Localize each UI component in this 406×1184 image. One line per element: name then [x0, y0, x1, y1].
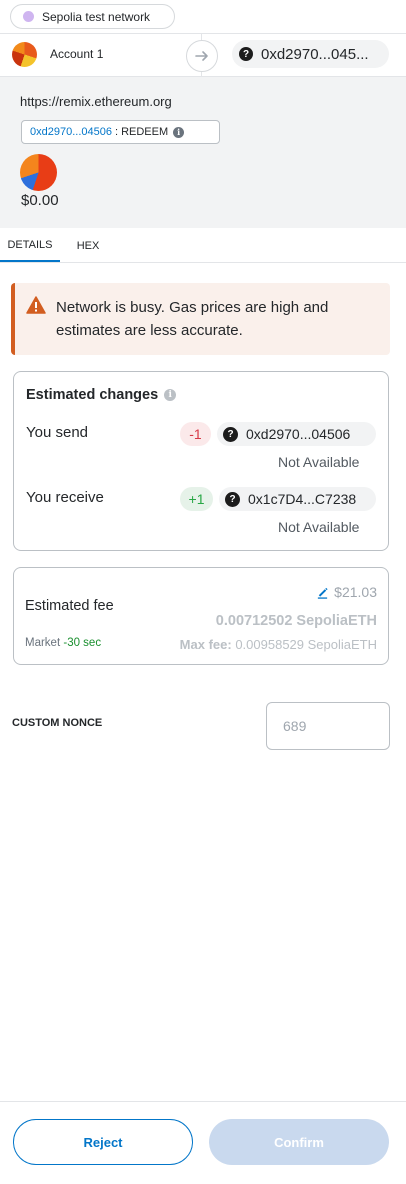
fee-max-label: Max fee:	[179, 637, 232, 652]
divider	[0, 33, 406, 34]
edit-gas-icon[interactable]	[316, 586, 329, 599]
receive-address-pill[interactable]: ? 0x1c7D4...C7238	[219, 487, 376, 511]
network-status-dot	[23, 11, 34, 22]
balance: $0.00	[21, 192, 59, 209]
info-icon[interactable]: i	[164, 389, 177, 401]
send-amount-badge: -1	[180, 422, 211, 446]
recipient-address-text: 0xd2970...045...	[261, 45, 369, 63]
custom-nonce-label: CUSTOM NONCE	[12, 717, 103, 729]
confirm-button[interactable]: Confirm	[209, 1119, 389, 1165]
fee-eth-value: 0.00712502 SepoliaETH	[215, 613, 377, 629]
receive-address: 0x1c7D4...C7238	[248, 491, 357, 507]
origin-url: https://remix.ethereum.org	[20, 94, 172, 109]
network-name: Sepolia test network	[42, 9, 151, 24]
reject-button[interactable]: Reject	[13, 1119, 193, 1165]
receive-amount-badge: +1	[180, 487, 213, 511]
contract-address[interactable]: 0xd2970...04506	[30, 126, 112, 138]
send-address-pill[interactable]: ? 0xd2970...04506	[217, 422, 376, 446]
warning-text: Network is busy. Gas prices are high and…	[56, 299, 329, 339]
send-address: 0xd2970...04506	[246, 426, 351, 442]
you-receive-label: You receive	[26, 489, 104, 506]
contract-method-pill[interactable]: 0xd2970...04506 : REDEEM i	[21, 120, 220, 144]
fee-market-info[interactable]: Market -30 sec	[25, 637, 101, 649]
estimated-fee-label: Estimated fee	[25, 598, 114, 614]
tab-details[interactable]: DETAILS	[0, 229, 60, 262]
question-icon: ?	[225, 491, 240, 507]
fee-max: Max fee: 0.00958529 SepoliaETH	[145, 637, 377, 652]
warning-icon	[26, 296, 46, 314]
tab-hex[interactable]: HEX	[60, 229, 116, 262]
network-selector[interactable]: Sepolia test network	[10, 4, 175, 29]
fee-fiat: $21.03	[300, 584, 377, 600]
fee-max-value: 0.00958529 SepoliaETH	[235, 637, 377, 652]
custom-nonce-input[interactable]	[266, 702, 390, 750]
fee-market-time: -30 sec	[63, 637, 102, 649]
you-send-label: You send	[26, 424, 89, 441]
recipient-address[interactable]: ? 0xd2970...045...	[232, 40, 389, 68]
fee-market-label: Market	[25, 637, 61, 649]
info-icon[interactable]: i	[173, 126, 185, 138]
receive-fiat-status: Not Available	[278, 519, 360, 535]
site-avatar	[20, 154, 57, 191]
account-avatar	[12, 42, 37, 67]
fee-fiat-value: $21.03	[334, 584, 377, 600]
send-fiat-status: Not Available	[278, 454, 360, 470]
account-name: Account 1	[50, 47, 104, 61]
arrow-right-icon	[186, 40, 218, 72]
question-icon: ?	[223, 426, 238, 442]
divider	[0, 262, 406, 263]
estimated-changes-title: Estimated changes i	[26, 387, 177, 403]
question-icon: ?	[239, 47, 253, 61]
divider	[0, 1101, 406, 1102]
method-name: : REDEEM	[114, 126, 169, 138]
estimated-changes-label: Estimated changes	[26, 387, 159, 403]
